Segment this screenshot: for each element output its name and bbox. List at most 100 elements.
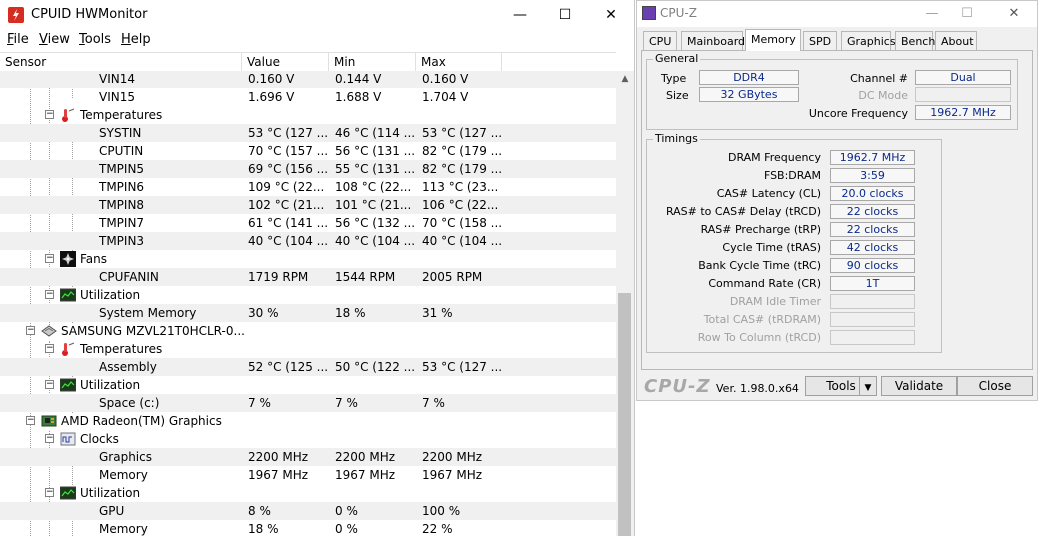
sensor-value: 102 °C (21... xyxy=(248,198,325,212)
timing-label: DRAM Idle Timer xyxy=(729,295,821,308)
sensor-name: CPUTIN xyxy=(99,144,144,158)
close-button[interactable]: ✕ xyxy=(596,4,626,26)
table-row[interactable]: TMPIN8 102 °C (21... 101 °C (21... 106 °C (… xyxy=(0,196,616,214)
sensor-max: 82 °C (179 ... xyxy=(422,162,503,176)
sensor-name: Fans xyxy=(80,252,108,266)
menu-file[interactable]: File xyxy=(7,32,29,47)
collapse-icon[interactable]: − xyxy=(45,488,54,497)
sensor-value: 69 °C (156 ... xyxy=(248,162,329,176)
table-row[interactable]: CPUTIN 70 °C (157 ... 56 °C (131 ... 82 °C … xyxy=(0,142,616,160)
tab-cpu[interactable]: CPU xyxy=(643,31,677,50)
utilization-icon xyxy=(59,485,77,501)
vertical-scrollbar[interactable]: ▲ xyxy=(616,71,634,536)
version-label: Ver. 1.98.0.x64 xyxy=(716,382,799,395)
caret-down-icon: ▼ xyxy=(864,383,872,393)
channel-value: Dual xyxy=(915,70,1011,85)
timing-value xyxy=(830,330,915,345)
sensor-min: 55 °C (131 ... xyxy=(335,162,416,176)
timing-label: RAS# to CAS# Delay (tRCD) xyxy=(665,205,821,218)
table-row[interactable]: SYSTIN 53 °C (127 ... 46 °C (114 ... 53 °C … xyxy=(0,124,616,142)
table-row[interactable]: VIN15 1.696 V 1.688 V 1.704 V xyxy=(0,88,616,106)
column-min[interactable]: Min xyxy=(329,53,416,71)
scroll-up-icon[interactable]: ▲ xyxy=(616,71,634,87)
table-row[interactable]: Memory 1967 MHz 1967 MHz 1967 MHz xyxy=(0,466,616,484)
tree-node[interactable]: − AMD Radeon(TM) Graphics xyxy=(0,412,616,430)
table-row[interactable]: Graphics 2200 MHz 2200 MHz 2200 MHz xyxy=(0,448,616,466)
timing-value: 42 clocks xyxy=(830,240,915,255)
collapse-icon[interactable]: − xyxy=(45,434,54,443)
table-row[interactable]: System Memory 30 % 18 % 31 % xyxy=(0,304,616,322)
sensor-name: TMPIN3 xyxy=(99,234,145,248)
sensor-name: VIN14 xyxy=(99,72,135,86)
tree-node[interactable]: − Utilization xyxy=(0,286,616,304)
tree-node[interactable]: − Temperatures xyxy=(0,340,616,358)
menu-help[interactable]: Help xyxy=(121,32,151,47)
table-row[interactable]: CPUFANIN 1719 RPM 1544 RPM 2005 RPM xyxy=(0,268,616,286)
tab-mainboard[interactable]: Mainboard xyxy=(681,31,745,50)
tree-node[interactable]: − Fans xyxy=(0,250,616,268)
dc-mode-label: DC Mode xyxy=(858,89,908,102)
table-row[interactable]: GPU 8 % 0 % 100 % xyxy=(0,502,616,520)
cpuz-maximize-button[interactable]: ☐ xyxy=(952,4,982,24)
maximize-button[interactable]: ☐ xyxy=(550,4,580,26)
column-max[interactable]: Max xyxy=(416,53,502,71)
type-label: Type xyxy=(661,72,687,85)
column-value[interactable]: Value xyxy=(242,53,329,71)
sensor-min: 0.144 V xyxy=(335,72,382,86)
collapse-icon[interactable]: − xyxy=(45,110,54,119)
tab-bench[interactable]: Bench xyxy=(895,31,935,50)
cpuz-minimize-button[interactable]: — xyxy=(917,4,947,24)
validate-button[interactable]: Validate xyxy=(881,376,957,396)
tab-spd[interactable]: SPD xyxy=(803,31,837,50)
table-row[interactable]: Memory 18 % 0 % 22 % xyxy=(0,520,616,536)
uncore-frequency-value: 1962.7 MHz xyxy=(915,105,1011,120)
tab-about[interactable]: About xyxy=(935,31,977,50)
timing-value: 1T xyxy=(830,276,915,291)
collapse-icon[interactable]: − xyxy=(45,254,54,263)
tree-node[interactable]: − SAMSUNG MZVL21T0HCLR-0... xyxy=(0,322,616,340)
table-row[interactable]: VIN14 0.160 V 0.144 V 0.160 V xyxy=(0,71,616,88)
tree-node[interactable]: − Utilization xyxy=(0,484,616,502)
table-row[interactable]: TMPIN7 61 °C (141 ... 56 °C (132 ... 70 °C … xyxy=(0,214,616,232)
tree-node[interactable]: − Temperatures xyxy=(0,106,616,124)
scrollbar-thumb[interactable] xyxy=(618,293,631,536)
menu-view[interactable]: View xyxy=(39,32,70,47)
tab-graphics[interactable]: Graphics xyxy=(841,31,896,50)
sensor-max: 2005 RPM xyxy=(422,270,483,284)
collapse-icon[interactable]: − xyxy=(45,380,54,389)
sensor-min: 0 % xyxy=(335,504,358,518)
cpuz-close-button[interactable]: ✕ xyxy=(999,4,1029,24)
collapse-icon[interactable]: − xyxy=(45,290,54,299)
timing-label: Command Rate (CR) xyxy=(708,277,821,290)
table-row[interactable]: TMPIN6 109 °C (22... 108 °C (22... 113 °C (… xyxy=(0,178,616,196)
table-row[interactable]: Space (c:) 7 % 7 % 7 % xyxy=(0,394,616,412)
timing-value: 1962.7 MHz xyxy=(830,150,915,165)
tab-memory[interactable]: Memory xyxy=(745,29,801,51)
collapse-icon[interactable]: − xyxy=(45,344,54,353)
tools-dropdown-button[interactable]: ▼ xyxy=(859,376,877,396)
column-sensor[interactable]: Sensor xyxy=(0,53,242,71)
table-row[interactable]: TMPIN5 69 °C (156 ... 55 °C (131 ... 82 °C … xyxy=(0,160,616,178)
sensor-max: 106 °C (22... xyxy=(422,198,499,212)
tree-node[interactable]: − Utilization xyxy=(0,376,616,394)
sensor-min: 18 % xyxy=(335,306,366,320)
timings-group: Timings DRAM Frequency 1962.7 MHz FSB:DRAM… xyxy=(646,132,942,353)
table-row[interactable]: TMPIN3 40 °C (104 ... 40 °C (104 ... 40 °C … xyxy=(0,232,616,250)
minimize-button[interactable]: — xyxy=(505,4,535,26)
thermometer-icon xyxy=(60,341,76,357)
collapse-icon[interactable]: − xyxy=(26,326,35,335)
hwmonitor-app-icon xyxy=(8,7,24,23)
sensor-min: 40 °C (104 ... xyxy=(335,234,416,248)
cpuz-window: CPU-Z — ☐ ✕ CPU Mainboard Memory SPD Gra… xyxy=(636,0,1038,401)
close-app-button[interactable]: Close xyxy=(957,376,1033,396)
drive-icon xyxy=(41,323,57,339)
menu-tools[interactable]: Tools xyxy=(79,32,111,47)
table-row[interactable]: Assembly 52 °C (125 ... 50 °C (122 ... 53 °… xyxy=(0,358,616,376)
collapse-icon[interactable]: − xyxy=(26,416,35,425)
sensor-min: 56 °C (132 ... xyxy=(335,216,416,230)
tree-node[interactable]: − Clocks xyxy=(0,430,616,448)
timing-value: 20.0 clocks xyxy=(830,186,915,201)
sensor-value: 8 % xyxy=(248,504,271,518)
uncore-frequency-label: Uncore Frequency xyxy=(808,107,908,120)
sensor-max: 70 °C (158 ... xyxy=(422,216,503,230)
